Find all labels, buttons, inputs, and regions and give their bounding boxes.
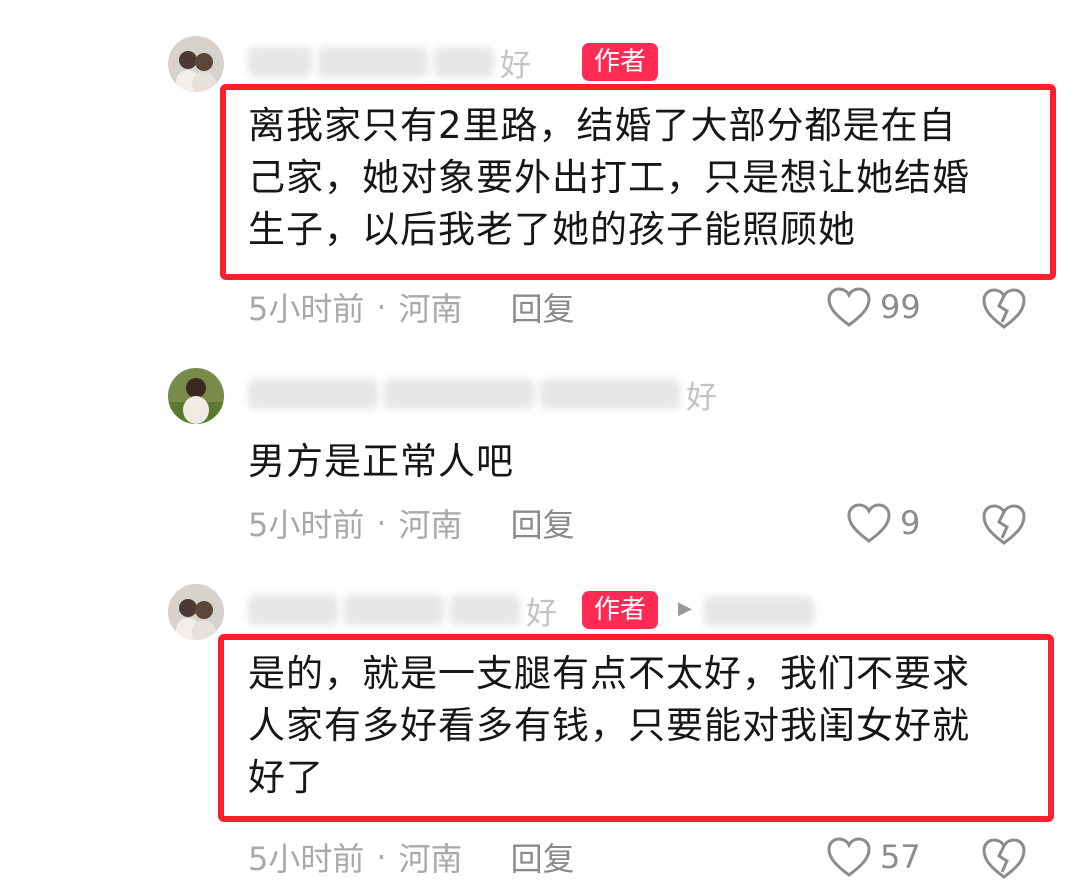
comment-time: 5小时前 (248, 506, 365, 544)
like-button[interactable]: 9 (846, 500, 920, 546)
redacted-username-part (248, 47, 312, 77)
avatar[interactable] (168, 584, 224, 640)
username[interactable]: 好 (248, 372, 717, 416)
like-button[interactable]: 57 (826, 834, 921, 880)
username[interactable]: 好 (248, 588, 557, 632)
avatar-image (168, 36, 224, 92)
redacted-username-part (384, 379, 534, 409)
comment-line: 生子，以后我老了她的孩子能照顾她 (248, 208, 856, 251)
broken-heart-icon[interactable] (980, 286, 1028, 330)
heart-outline-icon (827, 837, 871, 877)
like-count: 57 (880, 838, 921, 876)
author-badge: 作者 (582, 591, 659, 629)
comment-line: 离我家只有2里路，结婚了大部分都是在自 (248, 104, 957, 147)
redacted-username-part (248, 379, 378, 409)
comment-meta: 5小时前 · 河南 回复 (248, 500, 575, 546)
redacted-username-part (450, 595, 520, 625)
comment-line: 是的，就是一支腿有点不太好，我们不要求 (248, 652, 970, 695)
avatar[interactable] (168, 368, 224, 424)
reply-button[interactable]: 回复 (511, 500, 575, 546)
play-triangle-icon: ▶ (678, 598, 692, 619)
avatar-image (168, 584, 224, 640)
username-visible-text: 好 (500, 47, 531, 84)
heart-outline-icon (827, 287, 871, 327)
meta-separator: · (376, 838, 387, 876)
comment-line: 己家，她对象要外出打工，只是想让她结婚 (248, 156, 970, 199)
comment-text: 是的，就是一支腿有点不太好，我们不要求 人家有多好看多有钱，只要能对我闺女好就 … (248, 648, 970, 804)
redacted-username-part (344, 595, 444, 625)
comment-location: 河南 (398, 506, 463, 544)
like-count: 99 (880, 288, 921, 326)
like-count: 9 (900, 504, 921, 542)
meta-separator: · (376, 504, 387, 542)
comment-meta: 5小时前 · 河南 回复 (248, 834, 575, 880)
comment-line: 男方是正常人吧 (248, 440, 514, 483)
reply-button[interactable]: 回复 (511, 284, 575, 330)
comment-meta: 5小时前 · 河南 回复 (248, 284, 575, 330)
avatar-image (168, 368, 224, 424)
avatar[interactable] (168, 36, 224, 92)
broken-heart-icon[interactable] (980, 836, 1028, 880)
like-button[interactable]: 99 (826, 284, 921, 330)
heart-outline-icon (847, 503, 891, 543)
reply-button[interactable]: 回复 (511, 834, 575, 880)
comment-location: 河南 (398, 290, 463, 328)
comment-time: 5小时前 (248, 840, 365, 878)
redacted-reply-target (704, 596, 814, 626)
comment-time: 5小时前 (248, 290, 365, 328)
author-badge: 作者 (582, 43, 659, 81)
redacted-username-part (318, 47, 428, 77)
comment-text: 离我家只有2里路，结婚了大部分都是在自 己家，她对象要外出打工，只是想让她结婚 … (248, 100, 970, 256)
redacted-username-part (248, 595, 338, 625)
comment-line: 好了 (248, 756, 324, 799)
username[interactable]: 好 (248, 40, 531, 84)
broken-heart-icon[interactable] (980, 502, 1028, 546)
username-visible-text: 好 (686, 379, 717, 416)
comment-line: 人家有多好看多有钱，只要能对我闺女好就 (248, 704, 970, 747)
meta-separator: · (376, 288, 387, 326)
comment-text: 男方是正常人吧 (248, 436, 514, 488)
username-visible-text: 好 (526, 595, 557, 632)
comment-location: 河南 (398, 840, 463, 878)
redacted-username-part (434, 47, 494, 77)
redacted-username-part (540, 379, 680, 409)
